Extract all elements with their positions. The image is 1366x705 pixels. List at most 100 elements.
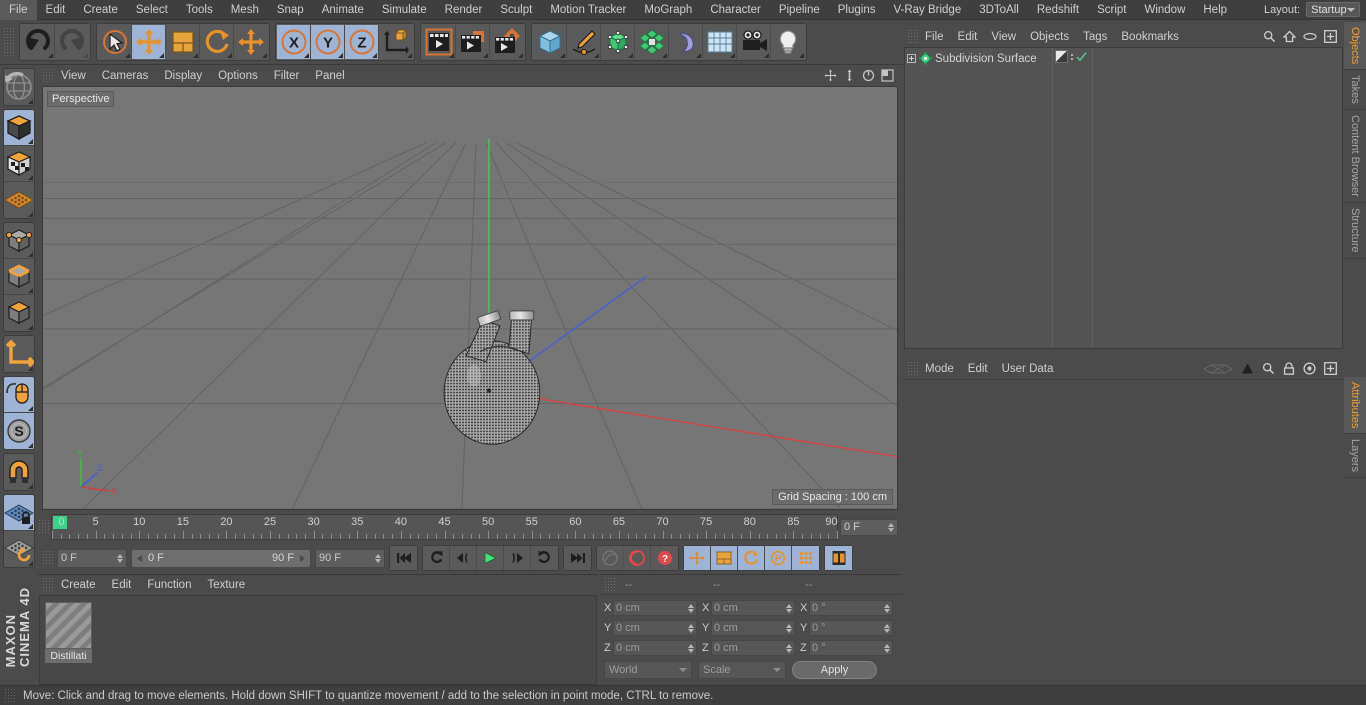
- menu-item-mode[interactable]: Mode: [918, 363, 961, 375]
- autokeying-button[interactable]: [624, 546, 651, 570]
- rotation-x-field[interactable]: 0 °: [809, 600, 893, 616]
- menu-item-help[interactable]: Help: [1194, 0, 1236, 20]
- menu-item-edit[interactable]: Edit: [951, 31, 985, 43]
- size-y-field[interactable]: 0 cm: [711, 620, 795, 636]
- playbar-grip[interactable]: [42, 550, 53, 566]
- world-coordinates-button[interactable]: [379, 25, 413, 59]
- expand-toggle-icon[interactable]: [907, 54, 916, 63]
- vertical-tab-takes[interactable]: Takes: [1344, 70, 1366, 111]
- object-manager-empty-area[interactable]: [1093, 48, 1342, 348]
- preview-range-bar[interactable]: 0 F 90 F: [131, 548, 311, 568]
- spinner-icon[interactable]: [884, 623, 890, 633]
- menu-item-mesh[interactable]: Mesh: [222, 0, 268, 20]
- model-mode-button[interactable]: [4, 110, 34, 146]
- vertical-tab-structure[interactable]: Structure: [1344, 202, 1366, 259]
- undo-button[interactable]: [21, 25, 55, 59]
- layout-select[interactable]: Startup: [1306, 2, 1360, 17]
- light-bulb-button[interactable]: [771, 25, 805, 59]
- position-z-field[interactable]: 0 cm: [613, 640, 697, 656]
- menu-item-script[interactable]: Script: [1088, 0, 1135, 20]
- menu-item-pipeline[interactable]: Pipeline: [770, 0, 829, 20]
- spline-pen-button[interactable]: [567, 25, 601, 59]
- rotate-button[interactable]: [200, 25, 234, 59]
- bend-button[interactable]: [669, 25, 703, 59]
- menu-item-v-ray-bridge[interactable]: V-Ray Bridge: [884, 0, 970, 20]
- spinner-icon[interactable]: [786, 643, 792, 653]
- go-to-next-key-button[interactable]: [531, 546, 558, 570]
- texture-mode-button[interactable]: [4, 146, 34, 182]
- range-start-arrow-icon[interactable]: [135, 554, 144, 563]
- material-manager-grip[interactable]: [42, 577, 53, 593]
- keyframe-selection-button[interactable]: ?: [651, 546, 678, 570]
- material-item[interactable]: Distillati: [45, 602, 92, 663]
- visibility-dots-icon[interactable]: [1071, 53, 1073, 60]
- object-manager-grip[interactable]: [907, 28, 918, 45]
- lock-icon[interactable]: [1283, 362, 1295, 375]
- menu-item-edit[interactable]: Edit: [104, 579, 140, 591]
- play-button[interactable]: [477, 546, 504, 570]
- menu-item-mograph[interactable]: MoGraph: [635, 0, 701, 20]
- status-bar-grip[interactable]: [4, 687, 15, 704]
- size-z-field[interactable]: 0 cm: [711, 640, 795, 656]
- menu-item-sculpt[interactable]: Sculpt: [491, 0, 541, 20]
- coordinates-grip[interactable]: [604, 576, 615, 593]
- select-cursor-button[interactable]: [98, 25, 132, 59]
- spinner-icon[interactable]: [688, 603, 694, 613]
- deformer-button[interactable]: [635, 25, 669, 59]
- menu-item-file[interactable]: File: [0, 0, 37, 20]
- menu-item-window[interactable]: Window: [1135, 0, 1194, 20]
- scale-button[interactable]: [166, 25, 200, 59]
- menu-item-render[interactable]: Render: [436, 0, 492, 20]
- generator-button[interactable]: [601, 25, 635, 59]
- spinner-icon[interactable]: [375, 553, 381, 563]
- position-y-field[interactable]: 0 cm: [613, 620, 697, 636]
- menu-item-3dtoall[interactable]: 3DToAll: [970, 0, 1028, 20]
- timeline-frame-field[interactable]: 0 F: [840, 518, 898, 536]
- apply-button[interactable]: Apply: [792, 661, 877, 679]
- menu-item-edit[interactable]: Edit: [961, 363, 995, 375]
- menu-item-bookmarks[interactable]: Bookmarks: [1114, 31, 1186, 43]
- edge-mode-button[interactable]: [4, 259, 34, 295]
- polygon-mode-button[interactable]: [4, 295, 34, 331]
- menu-item-select[interactable]: Select: [127, 0, 177, 20]
- toolbar-grip[interactable]: [3, 27, 14, 57]
- render-settings-button[interactable]: [490, 25, 524, 59]
- menu-item-display[interactable]: Display: [156, 70, 210, 82]
- spinner-icon[interactable]: [688, 623, 694, 633]
- menu-item-character[interactable]: Character: [701, 0, 770, 20]
- add-panel-icon[interactable]: [1324, 362, 1337, 375]
- end-frame-field[interactable]: 90 F: [315, 548, 385, 568]
- floor-scene-button[interactable]: [703, 25, 737, 59]
- key-rotation-button[interactable]: [738, 546, 765, 570]
- undo-view-globe-button[interactable]: [4, 69, 34, 105]
- object-tree[interactable]: Subdivision Surface: [904, 47, 1343, 349]
- spinner-icon[interactable]: [786, 603, 792, 613]
- material-list[interactable]: Distillati: [39, 595, 597, 685]
- menu-item-tools[interactable]: Tools: [177, 0, 222, 20]
- menu-item-simulate[interactable]: Simulate: [373, 0, 436, 20]
- workplane-reset-button[interactable]: [4, 531, 34, 567]
- menu-item-redshift[interactable]: Redshift: [1028, 0, 1088, 20]
- workplane-mode-button[interactable]: [4, 182, 34, 218]
- cube-primitive-button[interactable]: [533, 25, 567, 59]
- rotation-y-field[interactable]: 0 °: [809, 620, 893, 636]
- spinner-icon[interactable]: [786, 623, 792, 633]
- rotate-view-icon[interactable]: [862, 69, 875, 82]
- menu-item-filter[interactable]: Filter: [266, 70, 308, 82]
- workplane-lock-button[interactable]: [4, 495, 34, 531]
- soft-selection-button[interactable]: S: [4, 413, 34, 449]
- spinner-icon[interactable]: [884, 603, 890, 613]
- axis-modify-button[interactable]: [4, 336, 34, 372]
- camera-button[interactable]: [737, 25, 771, 59]
- render-view-button[interactable]: [422, 25, 456, 59]
- coordinate-mode-select[interactable]: Scale: [698, 661, 786, 679]
- go-to-previous-key-button[interactable]: [423, 546, 450, 570]
- menu-item-plugins[interactable]: Plugins: [829, 0, 885, 20]
- spinner-icon[interactable]: [884, 643, 890, 653]
- pan-view-icon[interactable]: [824, 69, 837, 82]
- current-frame-field[interactable]: 0 F: [57, 548, 127, 568]
- vertical-tab-objects[interactable]: Objects: [1344, 22, 1366, 71]
- show-timeline-button[interactable]: [825, 546, 852, 570]
- viewport-3d[interactable]: Perspective Grid Spacing : 100 cm Y X Z: [42, 86, 898, 510]
- magnet-button[interactable]: [4, 454, 34, 490]
